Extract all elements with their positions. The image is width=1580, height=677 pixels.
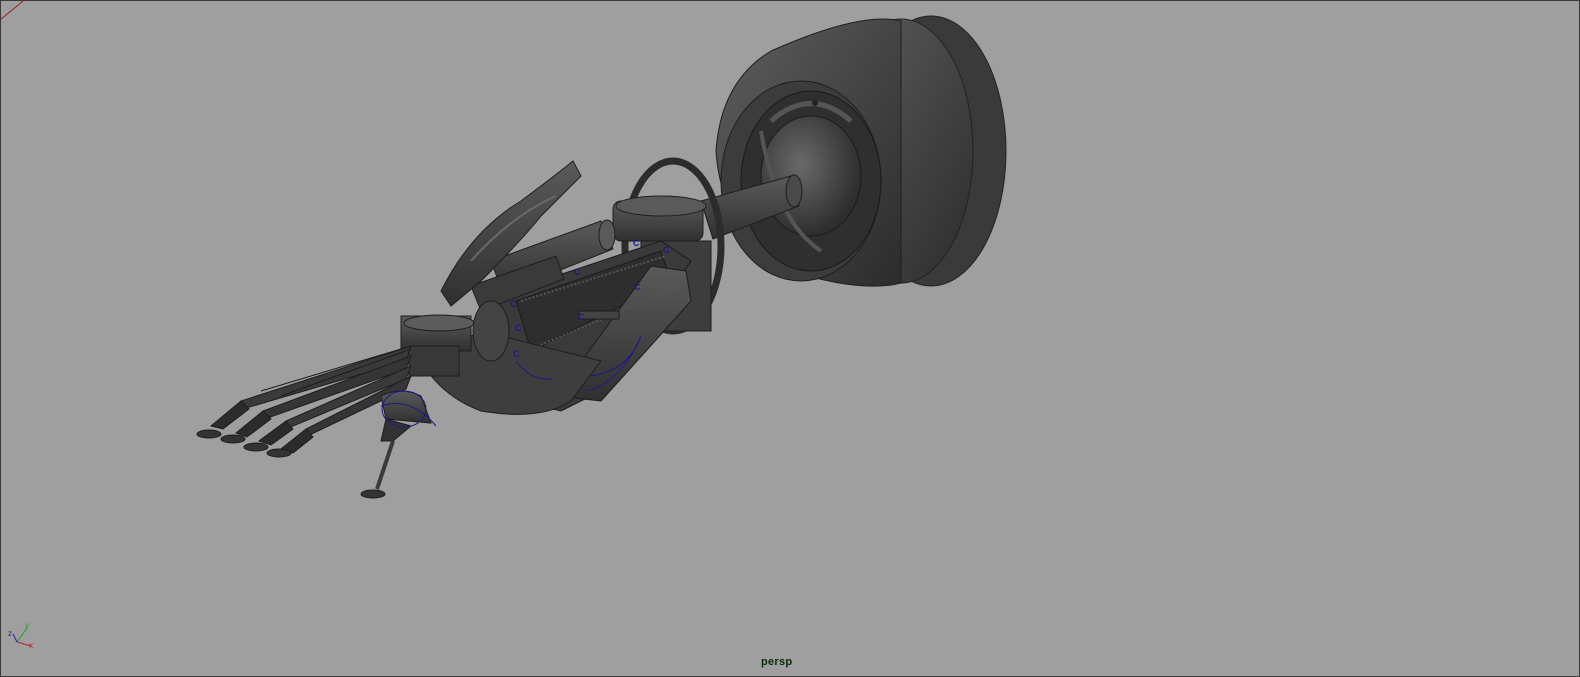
control-handle: C <box>510 299 517 309</box>
y-axis-line <box>16 627 28 643</box>
z-axis-line <box>12 633 18 643</box>
control-handle: C <box>634 282 641 292</box>
control-handle: C <box>513 349 520 359</box>
z-axis-label: z <box>8 629 12 638</box>
robot-arm-model[interactable]: C C C C C C C C <box>1 1 1579 676</box>
camera-name-label: persp <box>761 656 793 668</box>
selection-curve-fragment <box>1 1 24 20</box>
axis-gizmo: y x z <box>8 621 33 650</box>
control-handle: C <box>578 312 585 322</box>
control-handle: C <box>574 267 581 277</box>
persp-viewport[interactable]: C C C C C C C C y x z persp <box>0 0 1580 677</box>
control-handle: C <box>633 238 640 248</box>
x-axis-label: x <box>29 641 33 650</box>
control-handle: C <box>663 245 670 255</box>
fingers[interactable] <box>196 345 412 458</box>
shoulder-socket[interactable] <box>715 15 1007 287</box>
y-axis-label: y <box>25 621 29 630</box>
wrist-cone[interactable] <box>360 390 432 499</box>
control-handle: C <box>515 323 522 333</box>
